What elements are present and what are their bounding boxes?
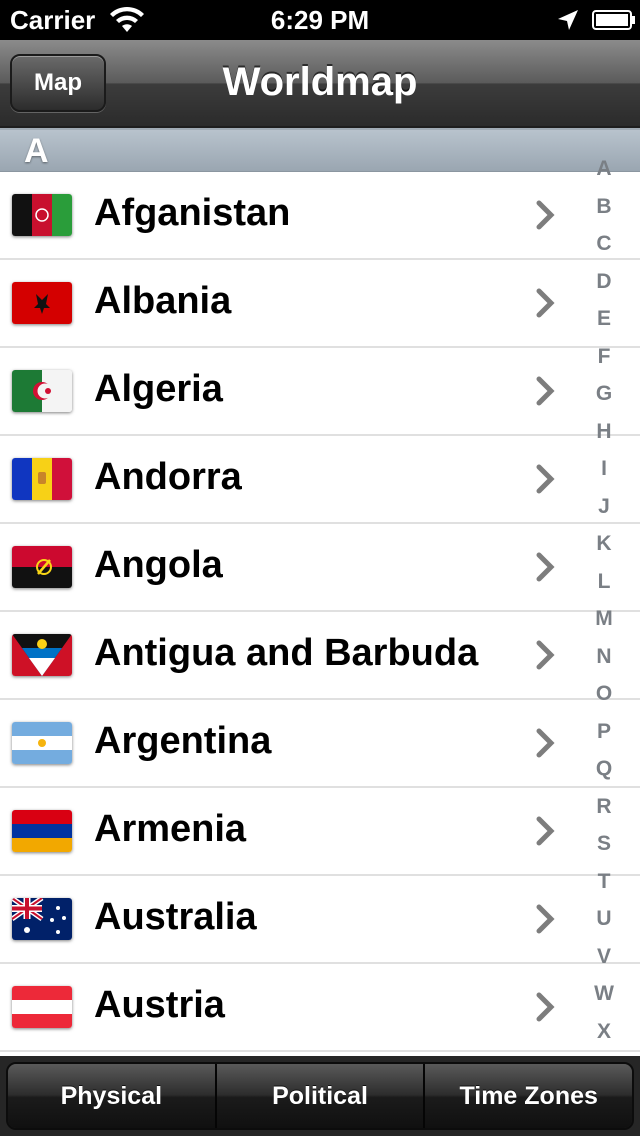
index-letter[interactable]: A — [584, 150, 624, 188]
index-letter[interactable]: F — [584, 338, 624, 376]
segment-physical[interactable]: Physical — [8, 1064, 217, 1128]
country-name: Andorra — [94, 456, 242, 498]
battery-icon — [592, 10, 635, 30]
location-arrow-icon — [558, 10, 578, 30]
chevron-right-icon — [536, 992, 555, 1022]
argentina-flag-icon — [12, 722, 72, 764]
chevron-right-icon — [536, 552, 555, 582]
afghanistan-flag-icon — [12, 194, 72, 236]
country-row-afganistan[interactable]: Afganistan — [0, 172, 640, 260]
chevron-right-icon — [536, 904, 555, 934]
index-letter[interactable]: O — [584, 675, 624, 713]
angola-flag-icon — [12, 546, 72, 588]
index-letter[interactable]: E — [584, 300, 624, 338]
chevron-right-icon — [536, 816, 555, 846]
index-letter[interactable]: B — [584, 188, 624, 226]
country-list: Afganistan Albania Algeria Andorra Angol… — [0, 172, 640, 1056]
country-row-australia[interactable]: Australia — [0, 876, 640, 964]
navigation-bar: Map Worldmap — [0, 40, 640, 128]
country-row-andorra[interactable]: Andorra — [0, 436, 640, 524]
segment-time-zones[interactable]: Time Zones — [425, 1064, 632, 1128]
country-name: Algeria — [94, 368, 223, 410]
country-row-armenia[interactable]: Armenia — [0, 788, 640, 876]
country-row-argentina[interactable]: Argentina — [0, 700, 640, 788]
index-letter[interactable]: J — [584, 488, 624, 526]
clock: 6:29 PM — [270, 5, 370, 35]
map-type-segmented-control: Physical Political Time Zones — [6, 1062, 634, 1130]
index-letter[interactable]: D — [584, 263, 624, 301]
country-row-antigua-and-barbuda[interactable]: Antigua and Barbuda — [0, 612, 640, 700]
andorra-flag-icon — [12, 458, 72, 500]
chevron-right-icon — [536, 464, 555, 494]
index-letter[interactable]: T — [584, 863, 624, 901]
segment-political[interactable]: Political — [216, 1064, 426, 1128]
index-letter[interactable]: K — [584, 525, 624, 563]
index-letter[interactable]: I — [584, 450, 624, 488]
index-letter[interactable]: W — [584, 975, 624, 1013]
index-letter[interactable]: H — [584, 413, 624, 451]
index-letter[interactable]: P — [584, 713, 624, 751]
index-letter[interactable]: V — [584, 938, 624, 976]
index-letter[interactable]: Q — [584, 750, 624, 788]
section-header: A — [0, 128, 640, 172]
index-letter[interactable]: G — [584, 375, 624, 413]
index-letter[interactable]: M — [584, 600, 624, 638]
armenia-flag-icon — [12, 810, 72, 852]
chevron-right-icon — [536, 376, 555, 406]
country-name: Angola — [94, 544, 223, 586]
status-bar: Carrier 6:29 PM — [0, 0, 640, 40]
chevron-right-icon — [536, 288, 555, 318]
index-letter[interactable]: N — [584, 638, 624, 676]
index-letter[interactable]: X — [584, 1013, 624, 1051]
country-name: Austria — [94, 984, 225, 1026]
country-row-albania[interactable]: Albania — [0, 260, 640, 348]
country-name: Antigua and Barbuda — [94, 632, 479, 674]
country-name: Afganistan — [94, 192, 291, 234]
country-name: Australia — [94, 896, 257, 938]
albania-flag-icon — [12, 282, 72, 324]
country-name: Albania — [94, 280, 232, 322]
section-letter: A — [24, 132, 49, 170]
index-letter[interactable]: C — [584, 225, 624, 263]
index-letter[interactable]: S — [584, 825, 624, 863]
index-letter[interactable]: R — [584, 788, 624, 826]
country-name: Argentina — [94, 720, 272, 762]
country-row-austria[interactable]: Austria — [0, 964, 640, 1052]
country-row-algeria[interactable]: Algeria — [0, 348, 640, 436]
index-letter[interactable]: L — [584, 563, 624, 601]
bottom-toolbar: Physical Political Time Zones — [0, 1056, 640, 1136]
antigua-flag-icon — [12, 634, 72, 676]
australia-flag-icon — [12, 898, 72, 940]
chevron-right-icon — [536, 200, 555, 230]
country-name: Armenia — [94, 808, 247, 850]
austria-flag-icon — [12, 986, 72, 1028]
index-letter[interactable]: U — [584, 900, 624, 938]
country-row-angola[interactable]: Angola — [0, 524, 640, 612]
chevron-right-icon — [536, 728, 555, 758]
page-title: Worldmap — [222, 60, 418, 104]
algeria-flag-icon — [12, 370, 72, 412]
section-index[interactable]: A B C D E F G H I J K L M N O P Q R S T … — [584, 150, 624, 1056]
chevron-right-icon — [536, 640, 555, 670]
